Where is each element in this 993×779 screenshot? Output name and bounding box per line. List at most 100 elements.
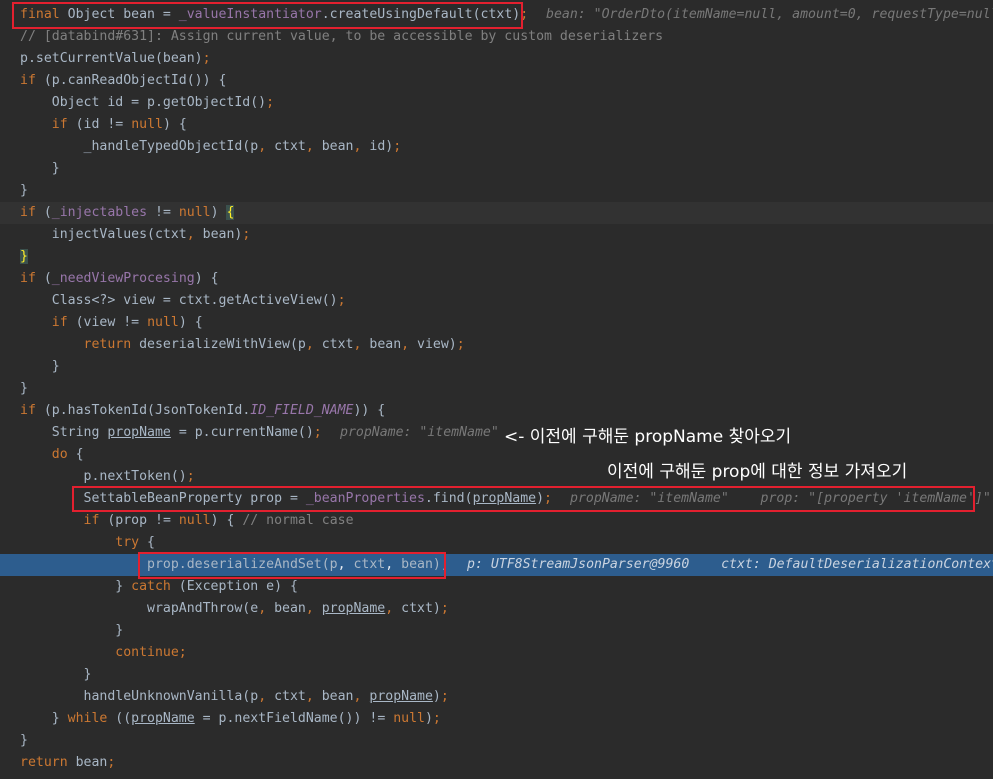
code-line[interactable]: if (prop != null) { // normal case — [0, 510, 993, 532]
code-token: ) { — [210, 513, 243, 528]
code-token: , — [305, 337, 322, 352]
code-token: _handleTypedObjectId(p — [20, 139, 259, 154]
code-line[interactable]: } — [0, 620, 993, 642]
code-line[interactable]: prop.deserializeAndSet(p, ctxt, bean); p:… — [0, 554, 993, 576]
code-text: // [databind#631]: Assign current value,… — [20, 26, 663, 48]
code-line[interactable]: SettableBeanProperty prop = _beanPropert… — [0, 488, 993, 510]
code-line[interactable]: } — [0, 246, 993, 268]
code-text: return bean; — [20, 752, 115, 774]
code-token: } — [20, 733, 28, 748]
code-text: if (id != null) { — [20, 114, 187, 136]
code-line[interactable]: if (p.hasTokenId(JsonTokenId.ID_FIELD_NA… — [0, 400, 993, 422]
code-line[interactable]: } — [0, 180, 993, 202]
code-line[interactable]: String propName = p.currentName(); propNa… — [0, 422, 993, 444]
code-token: , — [258, 689, 275, 704]
code-token: (prop != — [99, 513, 179, 528]
code-text: } — [20, 378, 28, 400]
code-text: Class<?> view = ctxt.getActiveView(); — [20, 290, 346, 312]
code-line[interactable]: Object id = p.getObjectId(); — [0, 92, 993, 114]
code-editor[interactable]: final Object bean = _valueInstantiator.c… — [0, 0, 993, 779]
code-token: = p.currentName() — [170, 425, 314, 440]
code-line[interactable]: } — [0, 730, 993, 752]
code-line[interactable]: } — [0, 356, 993, 378]
code-token: , — [353, 689, 370, 704]
code-token: null — [131, 117, 163, 132]
code-line[interactable]: if (p.canReadObjectId()) { — [0, 70, 993, 92]
code-token: null — [178, 205, 211, 220]
code-line[interactable]: if (id != null) { — [0, 114, 993, 136]
code-token: } — [20, 711, 68, 726]
code-token: != — [147, 205, 179, 220]
code-token: try — [115, 535, 140, 550]
code-token: Class<?> view = ctxt.getActiveView() — [20, 293, 338, 308]
code-text: if (prop != null) { // normal case — [20, 510, 354, 532]
code-text: String propName = p.currentName(); — [20, 422, 322, 444]
code-text: _handleTypedObjectId(p, ctxt, bean, id); — [20, 136, 402, 158]
code-token: if — [83, 513, 100, 528]
code-token: SettableBeanProperty prop = — [20, 491, 306, 506]
code-token: if — [20, 271, 36, 286]
code-token: } — [20, 623, 124, 638]
code-text: handleUnknownVanilla(p, ctxt, bean, prop… — [20, 686, 449, 708]
code-token: continue; — [115, 645, 187, 660]
code-token: (id != — [67, 117, 132, 132]
code-token: = p.nextFieldName()) != — [194, 711, 394, 726]
code-token: (Exception e) { — [170, 579, 298, 594]
code-line[interactable]: p.setCurrentValue(bean); — [0, 48, 993, 70]
code-token: ; — [186, 469, 195, 484]
code-line[interactable]: } catch (Exception e) { — [0, 576, 993, 598]
code-token: id) — [369, 139, 394, 154]
code-text: } — [20, 356, 60, 378]
code-line[interactable]: // [databind#631]: Assign current value,… — [0, 26, 993, 48]
debugger-inline-value: p: UTF8StreamJsonParser@9960 ctxt: Defau… — [467, 557, 993, 572]
code-text: continue; — [20, 642, 187, 664]
code-line[interactable]: try { — [0, 532, 993, 554]
code-line[interactable]: if (view != null) { — [0, 312, 993, 334]
code-line[interactable]: if (_needViewProcesing) { — [0, 268, 993, 290]
code-token: , — [385, 601, 402, 616]
code-token: ; — [393, 139, 402, 154]
code-token: ; — [202, 51, 211, 66]
code-line[interactable]: } — [0, 158, 993, 180]
code-line[interactable]: Class<?> view = ctxt.getActiveView(); — [0, 290, 993, 312]
code-line[interactable]: final Object bean = _valueInstantiator.c… — [0, 4, 993, 26]
code-token: , — [385, 557, 402, 572]
code-token: ) — [424, 711, 433, 726]
code-line[interactable]: continue; — [0, 642, 993, 664]
code-token: )) { — [353, 403, 386, 418]
code-line[interactable]: _handleTypedObjectId(p, ctxt, bean, id); — [0, 136, 993, 158]
code-token: if — [20, 73, 36, 88]
code-text: p.nextToken(); — [20, 466, 195, 488]
code-token: ) — [536, 491, 545, 506]
code-line[interactable]: if (_injectables != null) { — [0, 202, 993, 224]
code-line[interactable]: return bean; — [0, 752, 993, 774]
code-text: wrapAndThrow(e, bean, propName, ctxt); — [20, 598, 449, 620]
code-line[interactable]: } while ((propName = p.nextFieldName()) … — [0, 708, 993, 730]
code-token: , — [353, 337, 370, 352]
code-line[interactable]: } — [0, 378, 993, 400]
code-text: p.setCurrentValue(bean); — [20, 48, 211, 70]
code-line[interactable]: } — [0, 664, 993, 686]
code-line[interactable]: return deserializeWithView(p, ctxt, bean… — [0, 334, 993, 356]
code-token: bean — [321, 689, 354, 704]
code-token: final — [20, 7, 60, 22]
code-token: ; — [313, 425, 322, 440]
code-token: null — [393, 711, 425, 726]
code-token: ; — [520, 7, 529, 22]
code-token: ctxt) — [401, 601, 441, 616]
code-text: if (_needViewProcesing) { — [20, 268, 219, 290]
code-token: } — [20, 161, 60, 176]
code-text: if (p.canReadObjectId()) { — [20, 70, 226, 92]
code-token: bean — [369, 337, 402, 352]
code-token: ctxt — [274, 689, 306, 704]
code-token: while — [67, 711, 108, 726]
code-line[interactable]: wrapAndThrow(e, bean, propName, ctxt); — [0, 598, 993, 620]
code-line[interactable]: injectValues(ctxt, bean); — [0, 224, 993, 246]
code-token: ) { — [194, 271, 219, 286]
code-text: } — [20, 730, 28, 752]
code-token: catch — [131, 579, 171, 594]
code-line[interactable]: handleUnknownVanilla(p, ctxt, bean, prop… — [0, 686, 993, 708]
